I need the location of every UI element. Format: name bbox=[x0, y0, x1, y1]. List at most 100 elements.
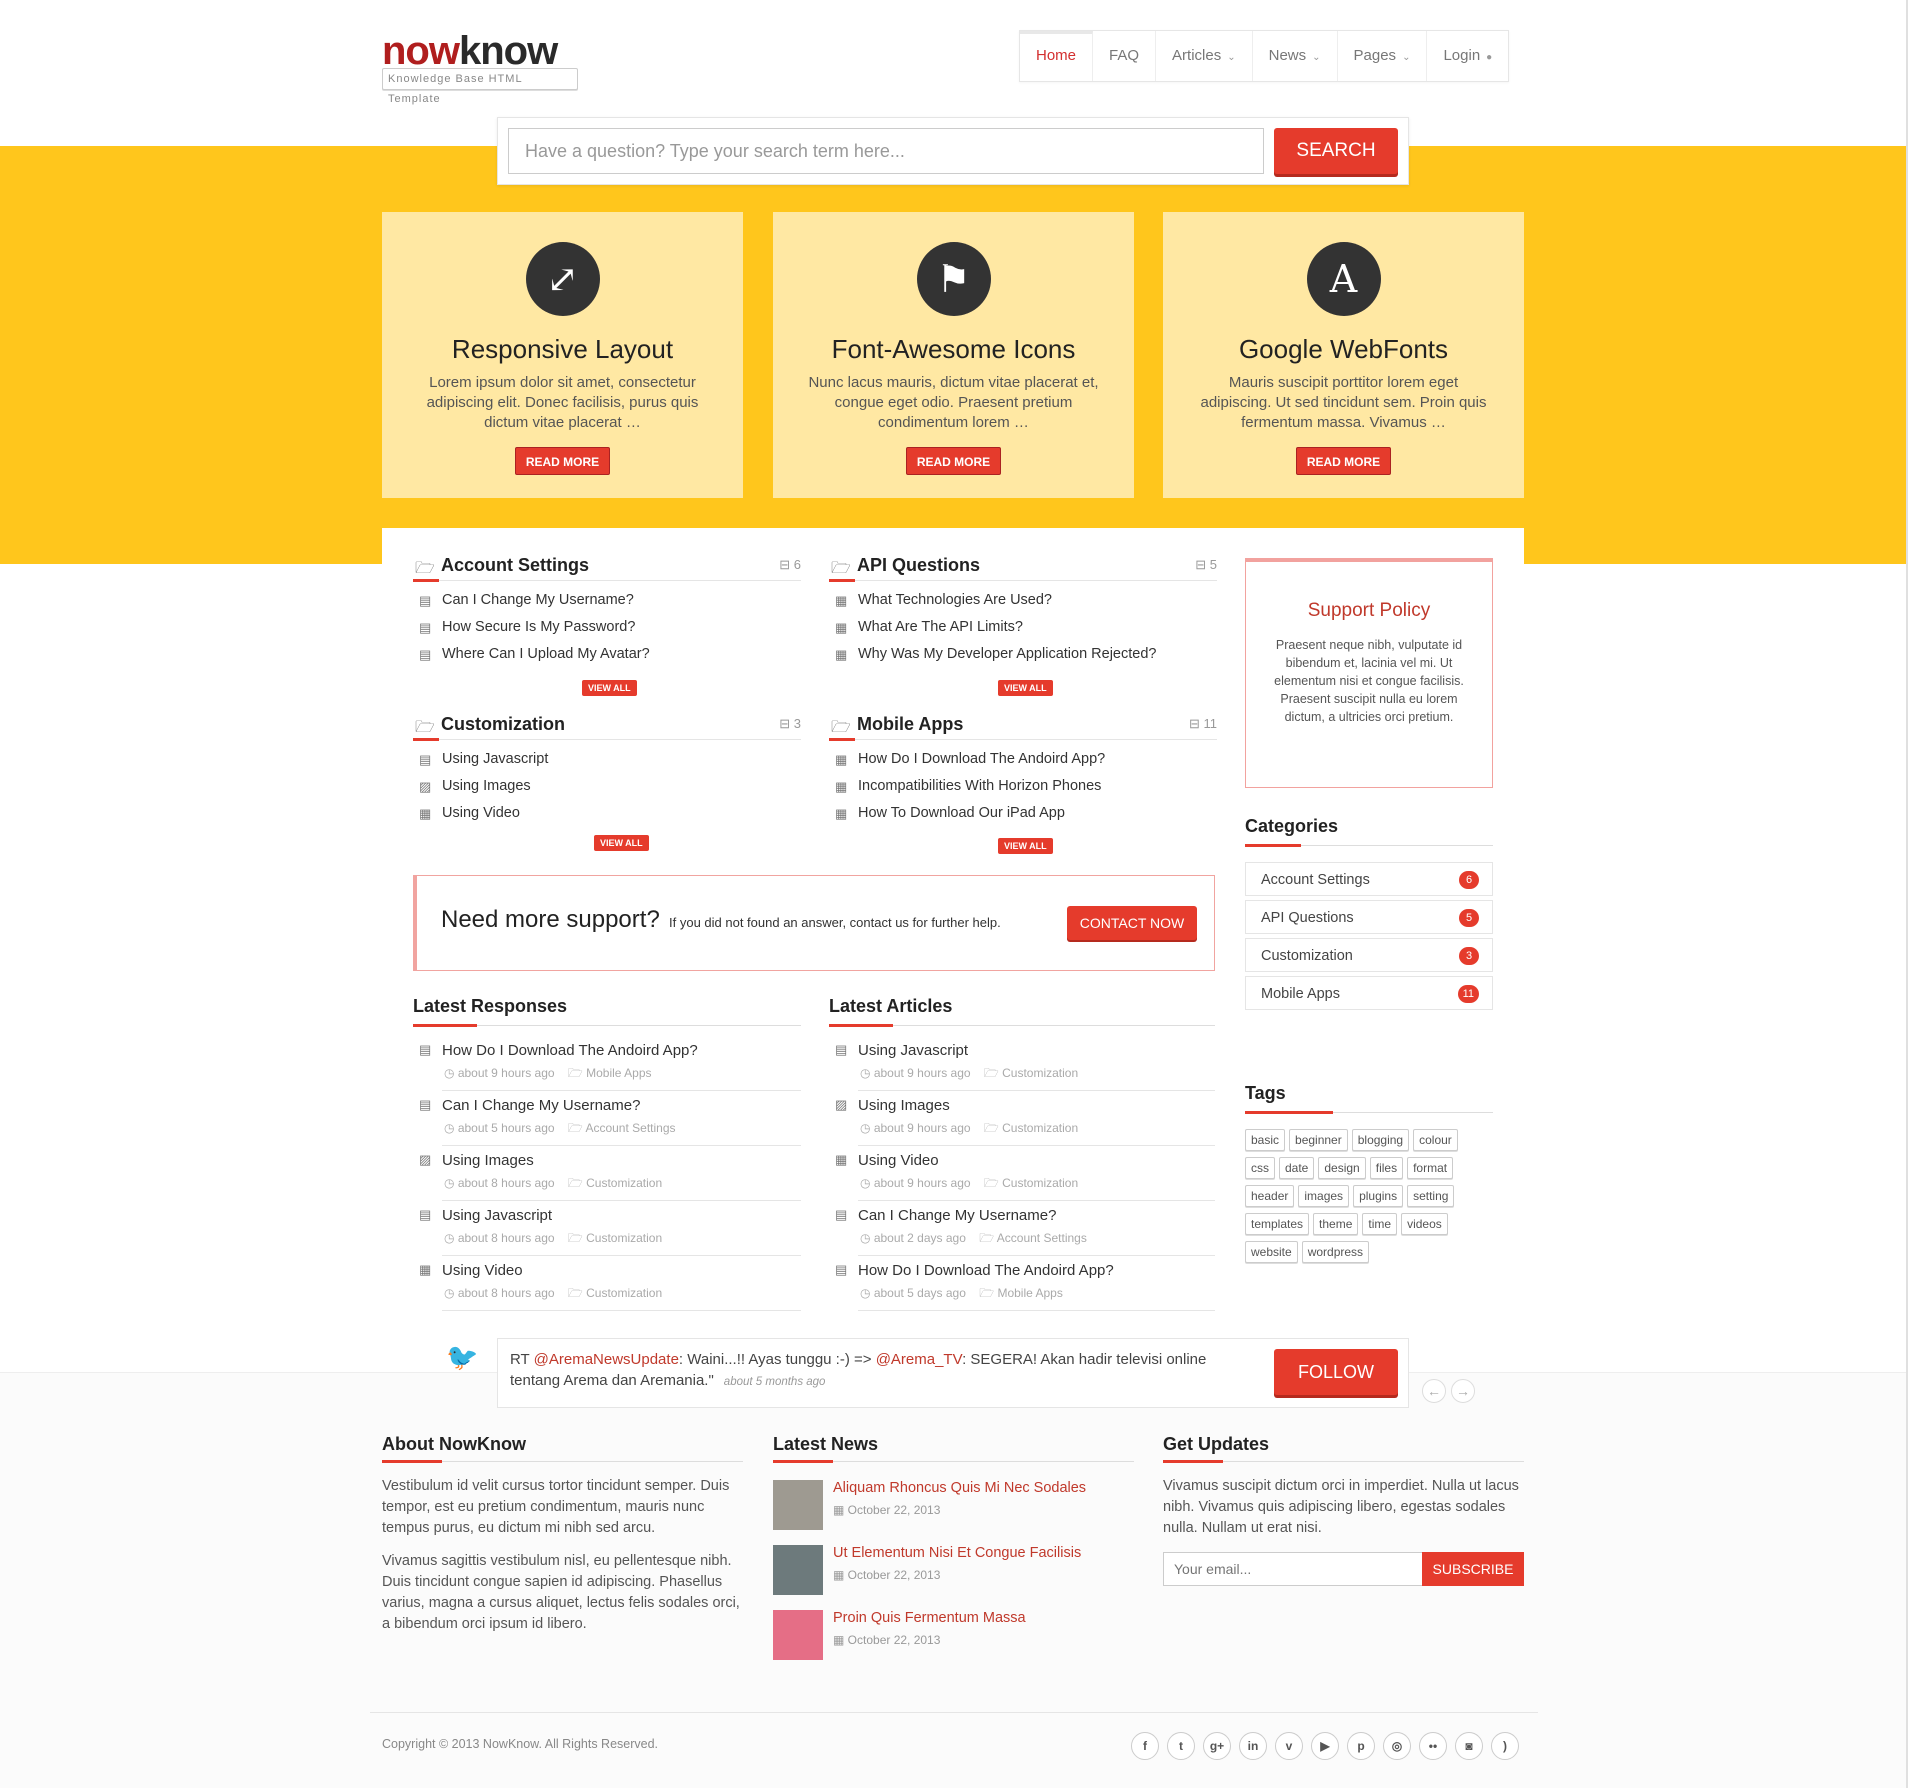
news-thumbnail[interactable] bbox=[773, 1545, 823, 1595]
linkedin-icon[interactable]: in bbox=[1239, 1732, 1267, 1760]
read-more-button[interactable]: READ MORE bbox=[514, 447, 611, 475]
tweet-prev-arrow-icon[interactable]: ← bbox=[1422, 1379, 1446, 1403]
follow-button[interactable]: FOLLOW bbox=[1274, 1349, 1398, 1395]
rss-icon[interactable]: ) bbox=[1491, 1732, 1519, 1760]
tag-link[interactable]: colour bbox=[1413, 1129, 1458, 1151]
article-category-link[interactable]: Customization bbox=[1002, 1121, 1078, 1135]
tag-link[interactable]: wordpress bbox=[1301, 1241, 1370, 1263]
nav-item-home[interactable]: Home bbox=[1020, 31, 1094, 81]
article-link[interactable]: Can I Change My Username? bbox=[858, 1207, 1056, 1224]
tag-link[interactable]: plugins bbox=[1353, 1185, 1404, 1207]
search-input[interactable] bbox=[508, 128, 1264, 174]
category-title[interactable]: Customization bbox=[441, 714, 565, 735]
flickr-icon[interactable]: •• bbox=[1419, 1732, 1447, 1760]
sidebar-category-item[interactable]: Account Settings 6 bbox=[1245, 862, 1493, 896]
sidebar-category-item[interactable]: Mobile Apps 11 bbox=[1245, 976, 1493, 1010]
instagram-icon[interactable]: ◙ bbox=[1455, 1732, 1483, 1760]
article-link[interactable]: ▨ Using Images bbox=[413, 773, 801, 800]
article-link[interactable]: Using Video bbox=[858, 1152, 939, 1169]
category-title[interactable]: API Questions bbox=[857, 555, 980, 576]
article-link[interactable]: ▤ How Secure Is My Password? bbox=[413, 614, 801, 641]
facebook-icon[interactable]: f bbox=[1131, 1732, 1159, 1760]
nav-item-news[interactable]: News ⌄ bbox=[1253, 31, 1338, 81]
search-button[interactable]: SEARCH bbox=[1274, 128, 1398, 174]
article-link[interactable]: ▦ How Do I Download The Andoird App? bbox=[829, 746, 1217, 773]
tag-link[interactable]: header bbox=[1245, 1185, 1295, 1207]
article-category-link[interactable]: Customization bbox=[586, 1231, 662, 1245]
subscribe-button[interactable]: SUBSCRIBE bbox=[1422, 1552, 1524, 1586]
contact-now-button[interactable]: CONTACT NOW bbox=[1067, 906, 1197, 940]
article-link[interactable]: ▤ Using Javascript bbox=[413, 746, 801, 773]
view-all-button[interactable]: VIEW ALL bbox=[582, 680, 637, 696]
article-link[interactable]: ▦ Why Was My Developer Application Reject… bbox=[829, 641, 1217, 668]
article-link[interactable]: Using Video bbox=[442, 1262, 523, 1279]
news-title-link[interactable]: Ut Elementum Nisi Et Congue Facilisis bbox=[833, 1545, 1081, 1561]
tag-link[interactable]: design bbox=[1318, 1157, 1366, 1179]
view-all-button[interactable]: VIEW ALL bbox=[594, 835, 649, 851]
article-category-link[interactable]: Customization bbox=[1002, 1066, 1078, 1080]
article-link[interactable]: Can I Change My Username? bbox=[442, 1097, 640, 1114]
article-link[interactable]: Using Images bbox=[442, 1152, 534, 1169]
tag-link[interactable]: blogging bbox=[1351, 1129, 1410, 1151]
view-all-button[interactable]: VIEW ALL bbox=[998, 838, 1053, 854]
article-category-link[interactable]: Mobile Apps bbox=[586, 1066, 651, 1080]
article-category-link[interactable]: Account Settings bbox=[585, 1121, 675, 1135]
tag-link[interactable]: format bbox=[1407, 1157, 1454, 1179]
article-link[interactable]: How Do I Download The Andoird App? bbox=[858, 1262, 1114, 1279]
tweet-handle-link[interactable]: @Arema_TV bbox=[876, 1351, 962, 1368]
nav-item-articles[interactable]: Articles ⌄ bbox=[1156, 31, 1253, 81]
article-category-link[interactable]: Mobile Apps bbox=[997, 1286, 1062, 1300]
tag-link[interactable]: basic bbox=[1245, 1129, 1286, 1151]
tag-link[interactable]: images bbox=[1298, 1185, 1350, 1207]
article-link[interactable]: ▦ Incompatibilities With Horizon Phones bbox=[829, 773, 1217, 800]
article-link[interactable]: ▦ What Are The API Limits? bbox=[829, 614, 1217, 641]
tag-link[interactable]: files bbox=[1369, 1157, 1404, 1179]
tag-link[interactable]: theme bbox=[1313, 1213, 1359, 1235]
twitter-icon[interactable]: t bbox=[1167, 1732, 1195, 1760]
article-category-link[interactable]: Customization bbox=[1002, 1176, 1078, 1190]
article-category-link[interactable]: Customization bbox=[586, 1286, 662, 1300]
article-link[interactable]: ▤ Where Can I Upload My Avatar? bbox=[413, 641, 801, 668]
category-title[interactable]: Mobile Apps bbox=[857, 714, 963, 735]
article-link[interactable]: ▦ What Technologies Are Used? bbox=[829, 587, 1217, 614]
nav-item-pages[interactable]: Pages ⌄ bbox=[1338, 31, 1428, 81]
tag-link[interactable]: templates bbox=[1245, 1213, 1310, 1235]
tag-link[interactable]: videos bbox=[1401, 1213, 1448, 1235]
article-link[interactable]: How Do I Download The Andoird App? bbox=[442, 1042, 698, 1059]
tag-link[interactable]: website bbox=[1245, 1241, 1298, 1263]
nav-item-faq[interactable]: FAQ bbox=[1093, 31, 1157, 81]
pinterest-icon[interactable]: p bbox=[1347, 1732, 1375, 1760]
news-title-link[interactable]: Aliquam Rhoncus Quis Mi Nec Sodales bbox=[833, 1480, 1086, 1496]
tag-link[interactable]: date bbox=[1279, 1157, 1315, 1179]
category-title[interactable]: Account Settings bbox=[441, 555, 589, 576]
article-link[interactable]: ▦ Using Video bbox=[413, 800, 801, 827]
vimeo-icon[interactable]: v bbox=[1275, 1732, 1303, 1760]
view-all-button[interactable]: VIEW ALL bbox=[998, 680, 1053, 696]
read-more-button[interactable]: READ MORE bbox=[905, 447, 1002, 475]
tweet-handle-link[interactable]: @AremaNewsUpdate bbox=[534, 1351, 679, 1368]
article-category-link[interactable]: Customization bbox=[586, 1176, 662, 1190]
sidebar-category-item[interactable]: Customization 3 bbox=[1245, 938, 1493, 972]
news-title-link[interactable]: Proin Quis Fermentum Massa bbox=[833, 1610, 1026, 1626]
article-link[interactable]: ▤ Can I Change My Username? bbox=[413, 587, 801, 614]
news-thumbnail[interactable] bbox=[773, 1480, 823, 1530]
tag-link[interactable]: time bbox=[1362, 1213, 1398, 1235]
news-thumbnail[interactable] bbox=[773, 1610, 823, 1660]
tag-link[interactable]: beginner bbox=[1289, 1129, 1348, 1151]
read-more-button[interactable]: READ MORE bbox=[1295, 447, 1392, 475]
sidebar-category-item[interactable]: API Questions 5 bbox=[1245, 900, 1493, 934]
site-logo[interactable]: nowknow Knowledge Base HTML Template bbox=[382, 30, 582, 105]
tweet-next-arrow-icon[interactable]: → bbox=[1451, 1379, 1475, 1403]
article-category-link[interactable]: Account Settings bbox=[997, 1231, 1087, 1245]
dribbble-icon[interactable]: ◎ bbox=[1383, 1732, 1411, 1760]
article-link[interactable]: Using Javascript bbox=[442, 1207, 552, 1224]
tag-link[interactable]: css bbox=[1245, 1157, 1275, 1179]
google-plus-icon[interactable]: g+ bbox=[1203, 1732, 1231, 1760]
tag-link[interactable]: setting bbox=[1407, 1185, 1455, 1207]
article-link[interactable]: Using Javascript bbox=[858, 1042, 968, 1059]
article-link[interactable]: Using Images bbox=[858, 1097, 950, 1114]
article-link[interactable]: ▦ How To Download Our iPad App bbox=[829, 800, 1217, 827]
nav-item-login[interactable]: Login ● bbox=[1427, 31, 1508, 81]
youtube-icon[interactable]: ▶ bbox=[1311, 1732, 1339, 1760]
email-input[interactable] bbox=[1163, 1552, 1423, 1586]
